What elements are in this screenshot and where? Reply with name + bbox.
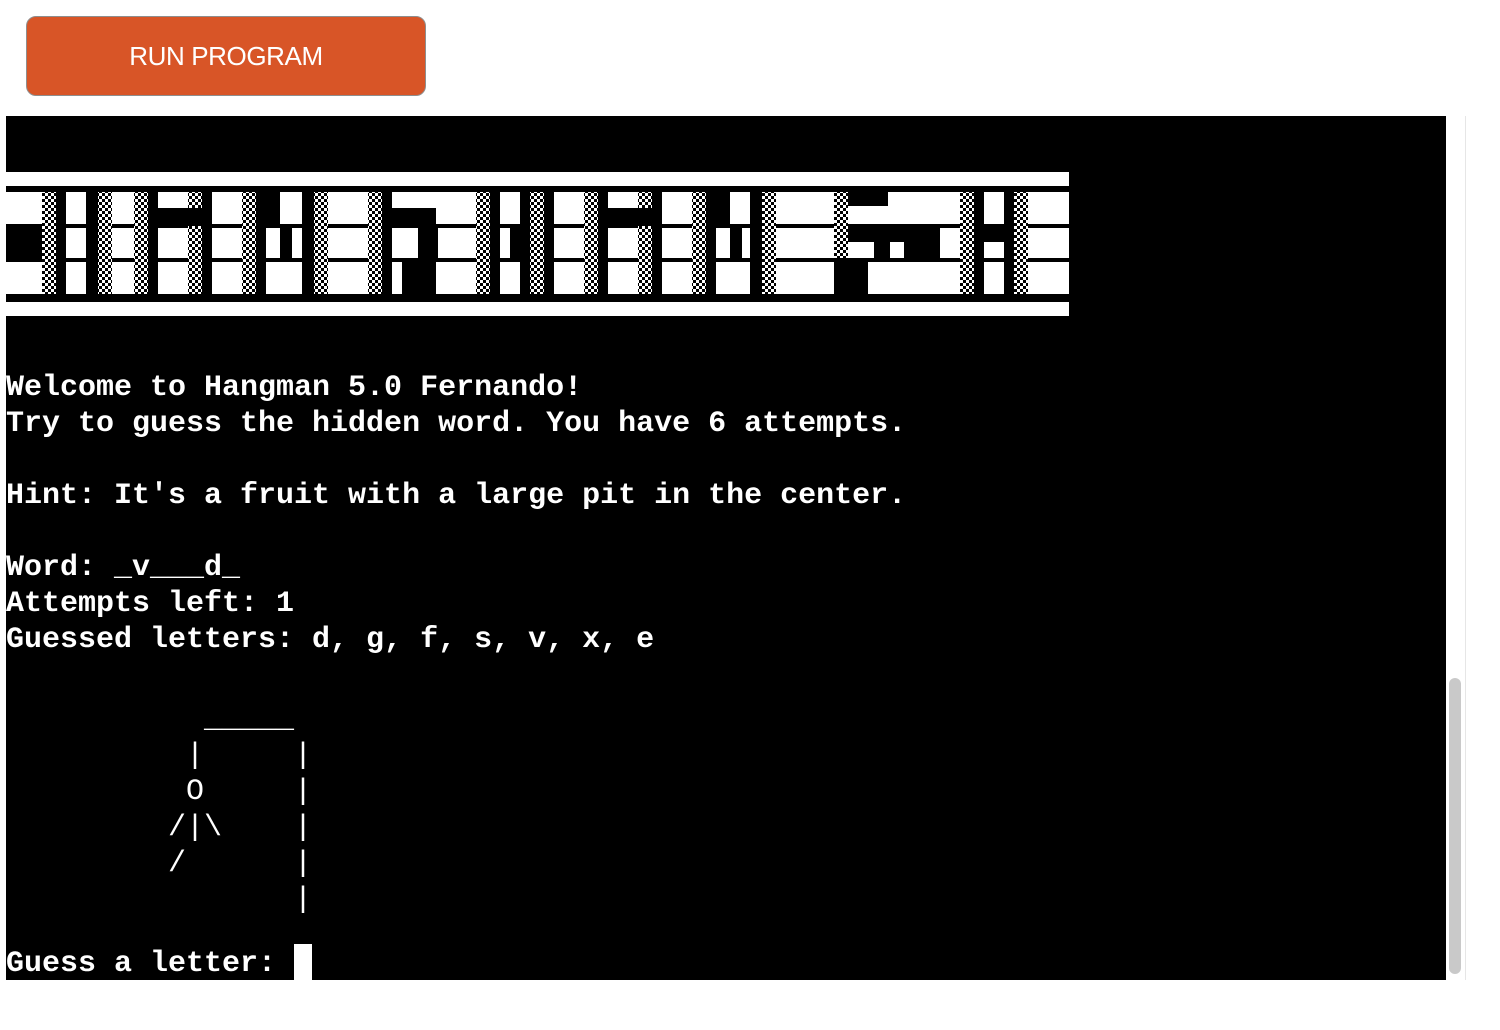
- hangman-gallows-art: _____ | | O | /|\ | / | |: [168, 703, 313, 917]
- word-line: Word: _v___d_: [6, 551, 241, 585]
- run-program-button[interactable]: RUN PROGRAM: [26, 16, 426, 96]
- attempts-line: Attempts left: 1: [6, 587, 295, 621]
- instructions-line: Try to guess the hidden word. You have 6…: [6, 407, 907, 441]
- hint-line: Hint: It's a fruit with a large pit in t…: [6, 479, 907, 513]
- text-cursor: [294, 944, 312, 980]
- guess-prompt[interactable]: Guess a letter:: [6, 946, 294, 980]
- hangman-banner-art: [6, 172, 1069, 316]
- welcome-line: Welcome to Hangman 5.0 Fernando!: [6, 371, 583, 405]
- guessed-letters-line: Guessed letters: d, g, f, s, v, x, e: [6, 623, 655, 657]
- terminal-screen[interactable]: Welcome to Hangman 5.0 Fernando! Try to …: [6, 116, 1446, 980]
- terminal-scrollbar-thumb[interactable]: [1449, 678, 1461, 974]
